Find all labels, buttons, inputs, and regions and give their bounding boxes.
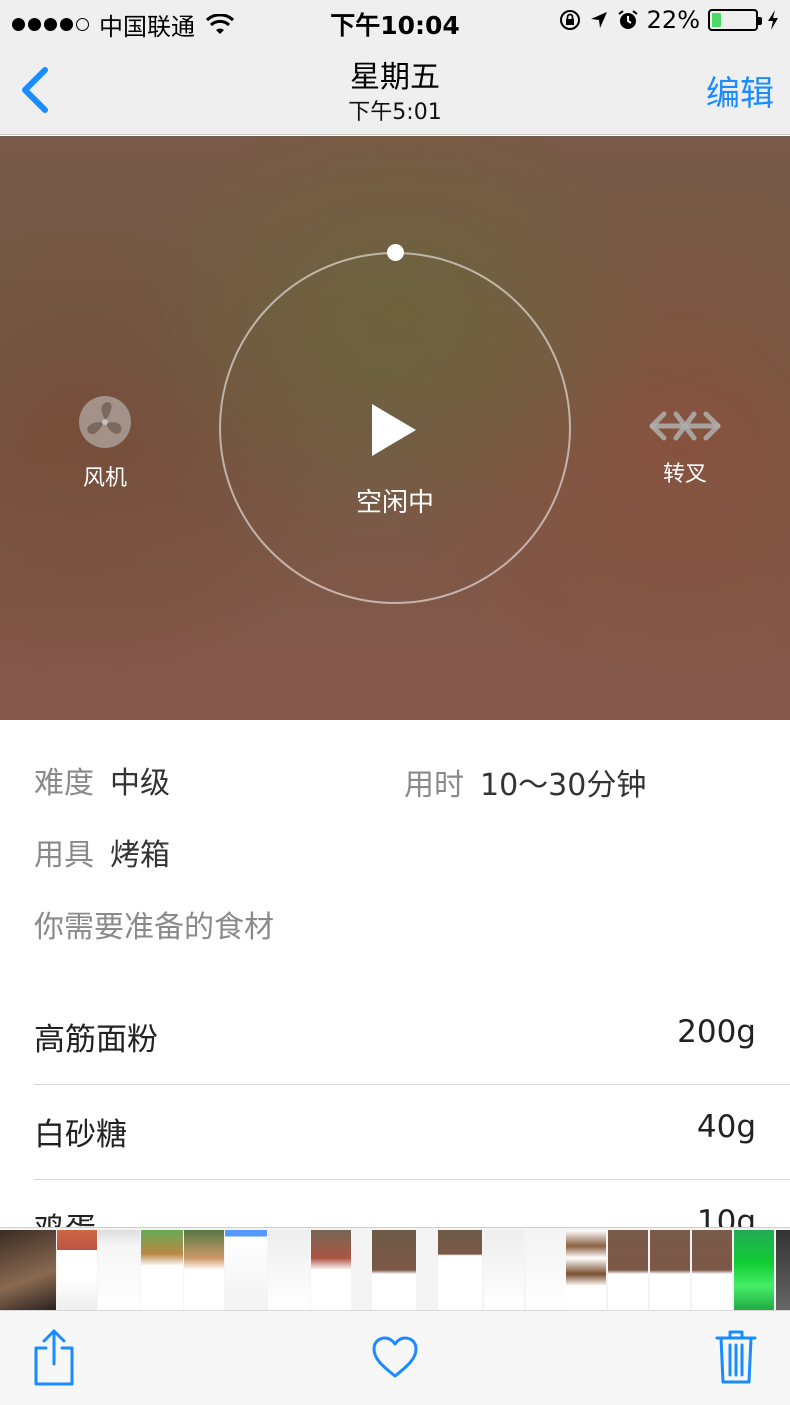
oven-control-panel: 空闲中 风机 转叉 <box>0 136 790 720</box>
thumbnail[interactable] <box>484 1230 524 1310</box>
page-subtitle: 下午5:01 <box>348 100 442 125</box>
wifi-icon <box>205 13 235 34</box>
battery-percent: 22% <box>646 6 700 34</box>
trash-icon <box>715 1330 757 1384</box>
play-icon[interactable] <box>370 402 418 458</box>
thumbnail[interactable] <box>692 1230 732 1310</box>
favorite-button[interactable] <box>365 1325 425 1389</box>
tool-label: 用具 <box>34 838 94 873</box>
thumbnail[interactable] <box>0 1230 56 1310</box>
thumbnail[interactable] <box>734 1230 774 1310</box>
thumbnail[interactable] <box>57 1230 97 1310</box>
thumbnail[interactable] <box>608 1230 648 1310</box>
thumbnail[interactable] <box>225 1230 267 1310</box>
photo-thumbnail-strip[interactable] <box>0 1227 790 1310</box>
ingredient-name: 白砂糖 <box>34 1117 127 1153</box>
thumbnail[interactable] <box>650 1230 690 1310</box>
signal-strength-icon <box>12 18 89 31</box>
thumbnail[interactable] <box>98 1230 140 1310</box>
ingredient-row: 白砂糖 40g <box>34 1085 790 1180</box>
status-bar: 中国联通 下午10:04 22% <box>0 0 790 42</box>
rotisserie-label: 转叉 <box>662 462 707 487</box>
page-title: 星期五 <box>350 60 440 95</box>
thumbnail[interactable] <box>526 1230 566 1310</box>
thumbnail[interactable] <box>438 1230 482 1310</box>
thumbnail[interactable] <box>372 1230 416 1310</box>
heart-icon <box>372 1336 418 1378</box>
alarm-icon <box>618 10 638 29</box>
ingredient-name: 高筋面粉 <box>34 1022 158 1058</box>
rotisserie-toggle[interactable]: 转叉 <box>625 406 745 488</box>
thumbnail[interactable] <box>566 1230 606 1310</box>
fan-toggle[interactable]: 风机 <box>45 394 165 492</box>
thumbnail[interactable] <box>268 1230 310 1310</box>
thumbnail[interactable] <box>184 1230 224 1310</box>
ingredient-amount: 200g <box>677 1014 756 1050</box>
duration-value: 10～30分钟 <box>480 768 647 803</box>
edit-button[interactable]: 编辑 <box>706 66 774 115</box>
difficulty-row: 难度 中级 <box>34 758 170 802</box>
tool-value: 烤箱 <box>110 838 170 873</box>
thumbnail[interactable] <box>311 1230 351 1310</box>
difficulty-label: 难度 <box>34 766 94 801</box>
share-button[interactable] <box>24 1325 84 1389</box>
battery-icon <box>708 9 762 31</box>
top-bar: 中国联通 下午10:04 22% 星期五 下午5:01 编辑 <box>0 0 790 135</box>
thumbnail[interactable] <box>776 1230 790 1310</box>
share-icon <box>34 1329 74 1386</box>
ingredient-row: 高筋面粉 200g <box>34 990 790 1085</box>
charging-icon <box>768 10 778 30</box>
location-icon <box>590 12 607 28</box>
thumbnail[interactable] <box>141 1230 183 1310</box>
fan-label: 风机 <box>82 466 127 491</box>
tool-row: 用具 烤箱 <box>34 830 170 874</box>
rotisserie-icon <box>649 411 721 441</box>
carrier-name: 中国联通 <box>99 13 195 41</box>
duration-row: 用时 10～30分钟 <box>404 760 646 804</box>
progress-handle[interactable] <box>387 244 404 261</box>
orientation-lock-icon <box>559 10 580 30</box>
delete-button[interactable] <box>706 1325 766 1389</box>
ingredients-heading: 你需要准备的食材 <box>34 910 274 945</box>
difficulty-value: 中级 <box>110 766 170 801</box>
ingredient-amount: 40g <box>696 1109 756 1145</box>
fan-icon <box>79 396 131 448</box>
duration-label: 用时 <box>404 768 464 803</box>
bottom-toolbar <box>0 1310 790 1405</box>
